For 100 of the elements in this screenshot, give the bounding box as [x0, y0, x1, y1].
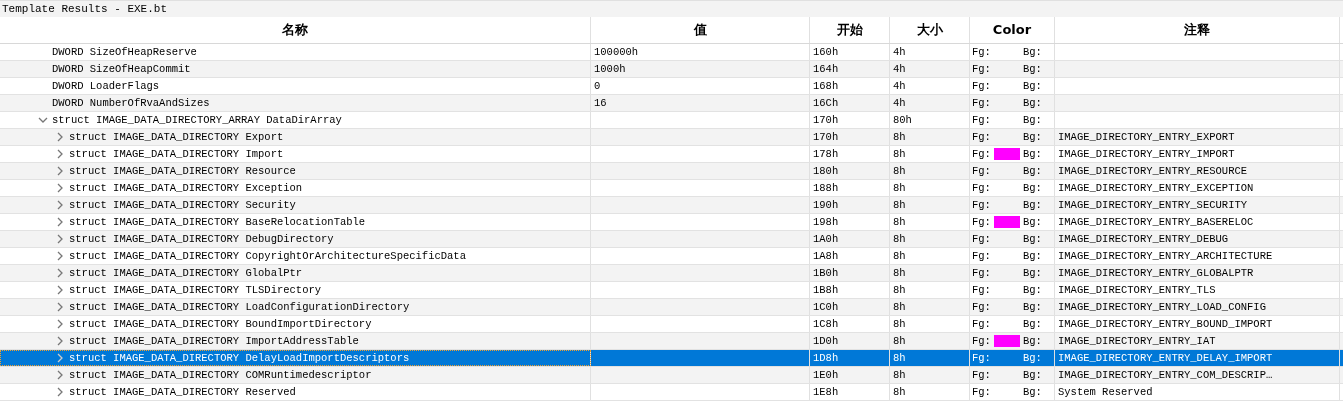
table-cell-text: IMAGE_DIRECTORY_ENTRY_EXCEPTION [1058, 181, 1254, 196]
table-cell-text: struct IMAGE_DATA_DIRECTORY ImportAddressTable [69, 334, 359, 349]
fg-label: Fg: [972, 79, 991, 94]
table-row[interactable]: struct IMAGE_DATA_DIRECTORY Resource 180h 8h Fg: Bg: IMAGE_DIRECTORY_ENTRY_RESOURCE [0, 163, 1343, 180]
table-cell-text: IMAGE_DIRECTORY_ENTRY_BASERELOC [1058, 215, 1254, 230]
table-cell-text: System Reserved [1058, 385, 1153, 400]
table-cell-text: 160h [813, 45, 839, 60]
table-cell-text: IMAGE_DIRECTORY_ENTRY_BOUND_IMPORT [1058, 317, 1273, 332]
table-cell-text: 1B8h [813, 283, 839, 298]
table-cell-text: struct IMAGE_DATA_DIRECTORY Reserved [69, 385, 296, 400]
panel-title: Template Results - EXE.bt [0, 0, 1343, 17]
table-cell-text: DWORD NumberOfRvaAndSizes [52, 96, 210, 111]
table-row[interactable]: struct IMAGE_DATA_DIRECTORY DelayLoadImportDescriptors 1D8h 8h Fg: Bg: IMAGE_DIRECTORY_ENTRY_DELAY_IMPORT [0, 350, 1343, 367]
table-row[interactable]: struct IMAGE_DATA_DIRECTORY DebugDirectory 1A0h 8h Fg: Bg: IMAGE_DIRECTORY_ENTRY_DEBUG [0, 231, 1343, 248]
table-cell-text: struct IMAGE_DATA_DIRECTORY GlobalPtr [69, 266, 303, 281]
bg-label: Bg: [1022, 45, 1042, 60]
column-header[interactable]: 名称 [0, 17, 591, 43]
table-row[interactable]: struct IMAGE_DATA_DIRECTORY Security 190h 8h Fg: Bg: IMAGE_DIRECTORY_ENTRY_SECURITY [0, 197, 1343, 214]
fg-label: Fg: [972, 334, 991, 349]
table-cell-text: 1A8h [813, 249, 839, 264]
column-header[interactable]: 值 [591, 17, 810, 43]
fg-label: Fg: [972, 130, 991, 145]
bg-label: Bg: [1022, 79, 1042, 94]
table-cell-text: IMAGE_DIRECTORY_ENTRY_EXPORT [1058, 130, 1235, 145]
table-cell-text: struct IMAGE_DATA_DIRECTORY BoundImportDirectory [69, 317, 372, 332]
table-cell-text: 16 [594, 96, 607, 111]
table-row[interactable]: struct IMAGE_DATA_DIRECTORY Export 170h 8h Fg: Bg: IMAGE_DIRECTORY_ENTRY_EXPORT [0, 129, 1343, 146]
fg-label: Fg: [972, 266, 991, 281]
table-cell-text: DWORD LoaderFlags [52, 79, 160, 94]
table-cell-text: IMAGE_DIRECTORY_ENTRY_LOAD_CONFIG [1058, 300, 1266, 315]
table-cell-text: DWORD SizeOfHeapReserve [52, 45, 197, 60]
table-cell-text: struct IMAGE_DATA_DIRECTORY TLSDirectory [69, 283, 322, 298]
bg-label: Bg: [1022, 215, 1042, 230]
table-cell-text: 1B0h [813, 266, 839, 281]
column-header[interactable]: 开始 [810, 17, 890, 43]
table-cell-text: 8h [893, 198, 906, 213]
table-cell-text: IMAGE_DIRECTORY_ENTRY_IAT [1058, 334, 1216, 349]
table-cell-text: 1D8h [813, 351, 839, 366]
table-cell-text: struct IMAGE_DATA_DIRECTORY BaseRelocationTable [69, 215, 366, 230]
table-cell-text: 80h [893, 113, 912, 128]
table-row[interactable]: DWORD NumberOfRvaAndSizes 16 16Ch 4h Fg: Bg: [0, 95, 1343, 112]
table-cell-text: struct IMAGE_DATA_DIRECTORY Exception [69, 181, 303, 196]
bg-label: Bg: [1022, 164, 1042, 179]
table-row[interactable]: struct IMAGE_DATA_DIRECTORY Reserved 1E8h 8h Fg: Bg: System Reserved [0, 384, 1343, 401]
bg-label: Bg: [1022, 317, 1042, 332]
table-cell-text: 8h [893, 130, 906, 145]
table-cell-text: 8h [893, 317, 906, 332]
table-cell-text: 1E0h [813, 368, 839, 383]
table-cell-text: 4h [893, 62, 906, 77]
table-row[interactable]: struct IMAGE_DATA_DIRECTORY ImportAddressTable 1D0h 8h Fg: Bg: IMAGE_DIRECTORY_ENTRY_IAT [0, 333, 1343, 350]
table-cell-text: IMAGE_DIRECTORY_ENTRY_ARCHITECTURE [1058, 249, 1273, 264]
fg-label: Fg: [972, 45, 991, 60]
table-cell-text: 188h [813, 181, 839, 196]
table-cell-text: struct IMAGE_DATA_DIRECTORY CopyrightOrArchitectureSpecificData [69, 249, 466, 264]
table-cell-text: 8h [893, 181, 906, 196]
bg-label: Bg: [1022, 300, 1042, 315]
fg-label: Fg: [972, 198, 991, 213]
table-row[interactable]: DWORD SizeOfHeapCommit 1000h 164h 4h Fg: Bg: [0, 61, 1343, 78]
fg-label: Fg: [972, 164, 991, 179]
table-cell-text: struct IMAGE_DATA_DIRECTORY_ARRAY DataDirArray [52, 113, 342, 128]
table-cell-text: 8h [893, 368, 906, 383]
table-cell-text: 8h [893, 351, 906, 366]
table-cell-text: struct IMAGE_DATA_DIRECTORY DelayLoadImportDescriptors [69, 351, 410, 366]
table-cell-text: 16Ch [813, 96, 839, 111]
table-row[interactable]: struct IMAGE_DATA_DIRECTORY GlobalPtr 1B0h 8h Fg: Bg: IMAGE_DIRECTORY_ENTRY_GLOBALPTR [0, 265, 1343, 282]
table-cell-text: 0 [594, 79, 601, 94]
fg-label: Fg: [972, 232, 991, 247]
table-row[interactable]: struct IMAGE_DATA_DIRECTORY COMRuntimedescriptor 1E0h 8h Fg: Bg: IMAGE_DIRECTORY_ENTRY_COM_DESCRIP… [0, 367, 1343, 384]
table-cell-text: struct IMAGE_DATA_DIRECTORY Import [69, 147, 284, 162]
bg-label: Bg: [1022, 334, 1042, 349]
table-cell-text: IMAGE_DIRECTORY_ENTRY_IMPORT [1058, 147, 1235, 162]
fg-label: Fg: [972, 300, 991, 315]
column-header[interactable]: 注释 [1055, 17, 1340, 43]
table-cell-text: IMAGE_DIRECTORY_ENTRY_GLOBALPTR [1058, 266, 1254, 281]
table-cell-text: 1A0h [813, 232, 839, 247]
table-row[interactable]: struct IMAGE_DATA_DIRECTORY LoadConfigurationDirectory 1C0h 8h Fg: Bg: IMAGE_DIRECTORY_ENTRY_LOAD_CONFIG [0, 299, 1343, 316]
table-cell-text: IMAGE_DIRECTORY_ENTRY_DEBUG [1058, 232, 1229, 247]
fg-label: Fg: [972, 113, 991, 128]
bg-label: Bg: [1022, 385, 1042, 400]
bg-label: Bg: [1022, 147, 1042, 162]
table-cell-text: struct IMAGE_DATA_DIRECTORY Security [69, 198, 296, 213]
table-cell-text: 180h [813, 164, 839, 179]
bg-label: Bg: [1022, 198, 1042, 213]
bg-label: Bg: [1022, 113, 1042, 128]
fg-label: Fg: [972, 368, 991, 383]
column-header[interactable]: 大小 [890, 17, 970, 43]
bg-label: Bg: [1022, 249, 1042, 264]
table-cell-text: DWORD SizeOfHeapCommit [52, 62, 191, 77]
fg-label: Fg: [972, 249, 991, 264]
table-cell-text: 8h [893, 249, 906, 264]
table-cell-text: IMAGE_DIRECTORY_ENTRY_TLS [1058, 283, 1216, 298]
table-cell-text: struct IMAGE_DATA_DIRECTORY LoadConfigurationDirectory [69, 300, 410, 315]
column-header[interactable]: Color [970, 17, 1055, 43]
table-cell-text: struct IMAGE_DATA_DIRECTORY Resource [69, 164, 296, 179]
fg-label: Fg: [972, 317, 991, 332]
table-cell-text: struct IMAGE_DATA_DIRECTORY DebugDirectory [69, 232, 334, 247]
table-cell-text: 178h [813, 147, 839, 162]
bg-label: Bg: [1022, 368, 1042, 383]
table-cell-text: 1E8h [813, 385, 839, 400]
table-cell-text: 8h [893, 232, 906, 247]
